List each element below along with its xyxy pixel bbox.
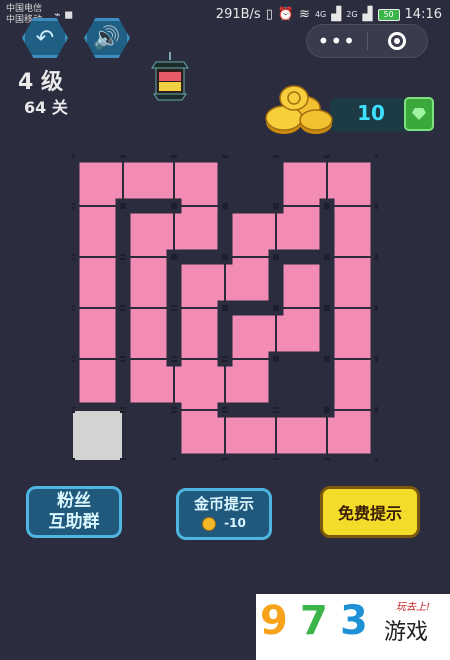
grid-stud [273,254,279,260]
grid-stud [324,356,330,362]
grid-stud [375,155,378,158]
board-cell[interactable] [225,155,276,206]
site-watermark: 9 7 3 玩去上! 游戏 [256,594,450,660]
alarm-icon: ⏰ [277,7,295,22]
board-cell[interactable] [123,410,174,461]
grid-stud [222,155,228,158]
more-games-lantern-icon[interactable] [148,52,192,104]
grid-stud [375,356,378,362]
carrier-1: 中国电信 [6,4,43,14]
grid-stud [120,203,126,209]
target-icon [388,32,407,50]
start-cell[interactable] [72,410,123,461]
stage-label: 64 关 [24,98,68,117]
coin-hint-button[interactable]: 金币提示 -10 [176,488,272,540]
wifi-icon: ≋ [299,7,310,22]
miniprogram-capsule: ••• [306,24,428,58]
grid-stud [222,305,228,311]
grid-stud [222,203,228,209]
fans-label-2: 互助群 [48,512,100,532]
watermark-digit-3: 3 [340,598,368,644]
more-menu-button[interactable]: ••• [307,26,367,56]
clock: 14:16 [404,7,442,22]
fans-group-button[interactable]: 粉丝 互助群 [26,486,122,538]
grid-stud [375,458,378,461]
grid-stud [273,356,279,362]
grid-stud [324,254,330,260]
grid-stud [375,203,378,209]
grid-stud [324,305,330,311]
grid-stud [273,203,279,209]
gem-icon [412,108,426,120]
undo-arrow-icon: ↶ [35,25,55,51]
watermark-digit-2: 7 [300,598,328,644]
shop-gem-button[interactable] [404,97,434,131]
grid-stud [120,155,126,158]
free-hint-button[interactable]: 免费提示 [320,486,420,538]
watermark-text: 游戏 [384,620,429,645]
grid-stud [324,203,330,209]
speaker-icon: 🔊 [93,25,121,51]
coin-amount: 10 [357,101,385,125]
vibrate-icon: ▯ [265,7,273,22]
fans-label-1: 粉丝 [57,491,91,511]
gold-coins-icon [265,85,333,134]
level-label: 4 级 [18,70,63,95]
coin-icon [202,516,217,531]
puzzle-board[interactable] [72,155,378,461]
grid-stud [72,155,75,158]
grid-stud [171,254,177,260]
watermark-digit-1: 9 [260,598,288,644]
grid-stud [324,155,330,158]
grid-stud [324,407,330,413]
free-hint-label: 免费提示 [337,504,402,523]
signal-icon-2: ▟ [362,7,373,22]
battery-icon: 50 [377,8,400,21]
grid-stud [375,407,378,413]
grid-stud [375,305,378,311]
board-cell[interactable] [276,359,327,410]
coin-hint-label: 金币提示 [193,495,254,513]
grid-stud [375,254,378,260]
signal-icon-1: ▟ [331,7,342,22]
network-speed: 291B/s [215,7,261,22]
coin-hint-cost: -10 [224,516,246,530]
grid-stud [222,254,228,260]
status-right: 291B/s ▯ ⏰ ≋ 4G ▟ 2G ▟ 50 14:16 [216,7,442,22]
watermark-tag: 玩去上! [396,602,431,613]
net-label-2: 2G [346,10,358,19]
grid-stud [171,155,177,158]
grid-stud [273,305,279,311]
net-label-1: 4G [314,10,327,19]
close-miniprogram-button[interactable] [368,32,428,50]
grid-stud [171,203,177,209]
grid-stud [273,155,279,158]
